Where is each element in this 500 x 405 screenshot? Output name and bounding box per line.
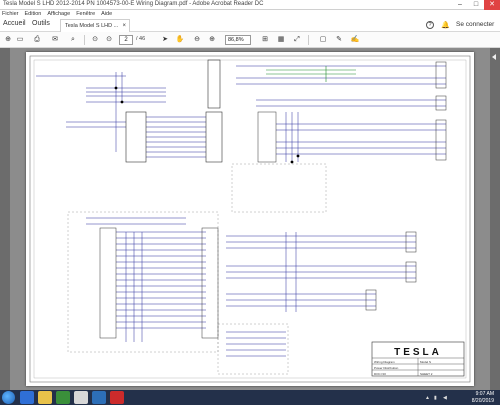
bottom-cluster	[226, 331, 286, 357]
system-clock[interactable]: 9:07 AM 8/20/2019	[462, 391, 494, 404]
menu-file[interactable]: Fichier	[2, 10, 19, 18]
tesla-logo: TESLA	[394, 347, 442, 358]
save-icon[interactable]: ▭	[15, 35, 25, 45]
tab-row: Accueil Outils Tesla Model S LHD ... × ?…	[0, 18, 500, 32]
title-row: Wiring Diagram	[374, 360, 395, 364]
scroll-mode-icon[interactable]: ▦	[276, 35, 286, 45]
zoom-out-icon[interactable]: ⊖	[192, 35, 202, 45]
select-tool-icon[interactable]: ➤	[160, 35, 170, 45]
title-row: DOC NO	[374, 372, 387, 376]
explorer-icon[interactable]	[38, 391, 52, 404]
middle-left-cluster	[86, 217, 206, 342]
toolbar-divider	[308, 35, 309, 45]
document-area[interactable]: TESLA Wiring Diagram Model S Power Distr…	[0, 48, 500, 390]
zoom-select[interactable]: 86,8%	[225, 35, 251, 45]
signin-link[interactable]: Se connecter	[456, 21, 494, 28]
connector-block	[125, 59, 223, 163]
middle-right-cluster	[226, 232, 416, 312]
junction-dot	[296, 154, 300, 158]
top-left-cluster	[36, 72, 206, 158]
window-controls: – □ ✕	[452, 0, 500, 10]
menu-bar: Fichier Edition Affichage Fenêtre Aide	[0, 10, 500, 18]
print-icon[interactable]: ⎙	[32, 35, 42, 45]
zoom-in-icon[interactable]: ⊕	[207, 35, 217, 45]
junction-dot	[120, 100, 124, 104]
bell-icon[interactable]: 🔔	[441, 21, 450, 29]
top-right-cluster	[236, 65, 446, 162]
green-wires	[266, 66, 356, 82]
tab-tools[interactable]: Outils	[32, 20, 50, 27]
comment-icon[interactable]: ▢	[318, 35, 328, 45]
menu-edit[interactable]: Edition	[25, 10, 42, 18]
dashed-boundaries	[67, 163, 327, 375]
middle-right-boxes	[365, 231, 417, 311]
minimize-button[interactable]: –	[452, 0, 468, 10]
network-icon[interactable]: ▮	[434, 395, 437, 401]
email-icon[interactable]: ✉	[50, 35, 60, 45]
fit-page-icon[interactable]: ⊞	[260, 35, 270, 45]
junction-dot	[290, 160, 294, 164]
volume-icon[interactable]: ◀	[443, 395, 447, 401]
hand-tool-icon[interactable]: ✋	[175, 35, 185, 45]
window-title: Tesla Model S LHD 2012-2014 PN 1004573-0…	[3, 1, 264, 7]
taskbar: ▲ ▮ ◀ 9:07 AM 8/20/2019	[0, 390, 500, 405]
menu-window[interactable]: Fenêtre	[76, 10, 95, 18]
title-row: Model S	[420, 360, 431, 364]
title-row: SHEET 2	[420, 372, 433, 376]
acrobat-icon[interactable]	[110, 391, 124, 404]
media-icon[interactable]	[56, 391, 70, 404]
tab-document[interactable]: Tesla Model S LHD ... ×	[60, 19, 130, 32]
wiring-diagram: TESLA Wiring Diagram Model S Power Distr…	[29, 55, 471, 383]
tray-arrow-icon[interactable]: ▲	[425, 395, 430, 401]
right-panel-rail[interactable]	[490, 48, 500, 390]
ie-icon[interactable]	[20, 391, 34, 404]
toolbar: ⊕ ▭ ⎙ ✉ ⌕ ⊙ ⊙ 2 / 46 ➤ ✋ ⊖ ⊕ 86,8% ⊞ ▦ ⤢…	[0, 32, 500, 48]
junction-dot	[114, 86, 118, 90]
maximize-button[interactable]: □	[468, 0, 484, 10]
tab-home[interactable]: Accueil	[3, 20, 26, 27]
page-inner-border	[33, 59, 467, 379]
word-icon[interactable]	[92, 391, 106, 404]
pdf-page: TESLA Wiring Diagram Model S Power Distr…	[26, 52, 474, 386]
title-row: Power Distribution	[374, 366, 399, 370]
page-total: / 46	[136, 36, 146, 42]
highlight-icon[interactable]: ✎	[334, 35, 344, 45]
title-bar: Tesla Model S LHD 2012-2014 PN 1004573-0…	[0, 0, 500, 10]
chrome-icon[interactable]	[74, 391, 88, 404]
clock-date: 8/20/2019	[471, 397, 494, 404]
start-button[interactable]	[2, 391, 15, 404]
left-panel-rail[interactable]	[0, 48, 10, 390]
page-number-input[interactable]: 2	[119, 35, 133, 45]
page-border	[29, 55, 471, 383]
document-tab-label: Tesla Model S LHD ...	[65, 23, 119, 29]
search-icon[interactable]: ⌕	[68, 35, 78, 45]
prev-page-icon[interactable]: ⊙	[90, 35, 100, 45]
create-pdf-icon[interactable]: ⊕	[3, 35, 13, 45]
toolbar-divider	[84, 35, 85, 45]
sign-icon[interactable]: ✍	[350, 35, 360, 45]
expand-panel-icon[interactable]	[492, 54, 496, 60]
next-page-icon[interactable]: ⊙	[104, 35, 114, 45]
menu-help[interactable]: Aide	[101, 10, 112, 18]
close-tab-icon[interactable]: ×	[122, 20, 126, 32]
read-mode-icon[interactable]: ⤢	[292, 35, 302, 45]
menu-view[interactable]: Affichage	[47, 10, 70, 18]
help-icon[interactable]: ?	[426, 21, 434, 29]
middle-left-boxes	[99, 227, 219, 339]
close-button[interactable]: ✕	[484, 0, 500, 10]
